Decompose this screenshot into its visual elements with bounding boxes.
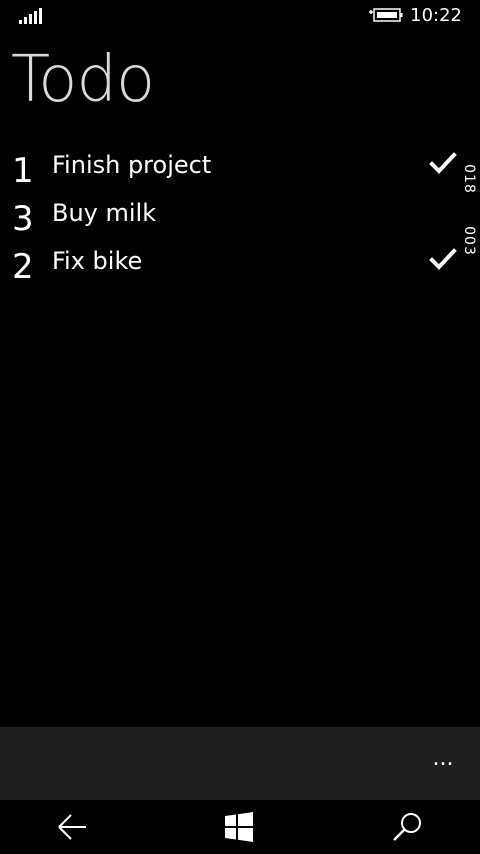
windows-logo-icon[interactable] (221, 810, 257, 844)
phone-screen: 10:22 Todo 1 Finish project 3 Buy milk 2… (0, 0, 480, 854)
checkmark-icon[interactable] (429, 248, 457, 272)
navigation-bar (0, 800, 480, 854)
todo-text: Finish project (52, 151, 212, 179)
todo-item[interactable]: 2 Fix bike (0, 240, 480, 288)
todo-item[interactable]: 3 Buy milk (0, 192, 480, 240)
status-bar: 10:22 (0, 0, 480, 32)
todo-number: 3 (12, 199, 34, 239)
app-bar: ... (0, 727, 480, 800)
todo-text: Fix bike (52, 247, 143, 275)
todo-text: Buy milk (52, 199, 157, 227)
checkmark-icon[interactable] (429, 152, 457, 176)
status-time: 10:22 (410, 5, 462, 26)
page-title: Todo (11, 43, 155, 117)
todo-number: 2 (12, 247, 34, 287)
side-counter: 018 (461, 164, 477, 194)
todo-item[interactable]: 1 Finish project (0, 144, 480, 192)
signal-strength-icon (19, 8, 42, 24)
side-counter: 003 (461, 226, 477, 256)
todo-number: 1 (12, 151, 34, 191)
battery-charging-icon (369, 8, 403, 22)
search-icon[interactable] (390, 810, 426, 844)
back-arrow-icon[interactable] (54, 810, 90, 844)
todo-list: 1 Finish project 3 Buy milk 2 Fix bike (0, 144, 480, 288)
more-options-button[interactable]: ... (428, 748, 458, 777)
